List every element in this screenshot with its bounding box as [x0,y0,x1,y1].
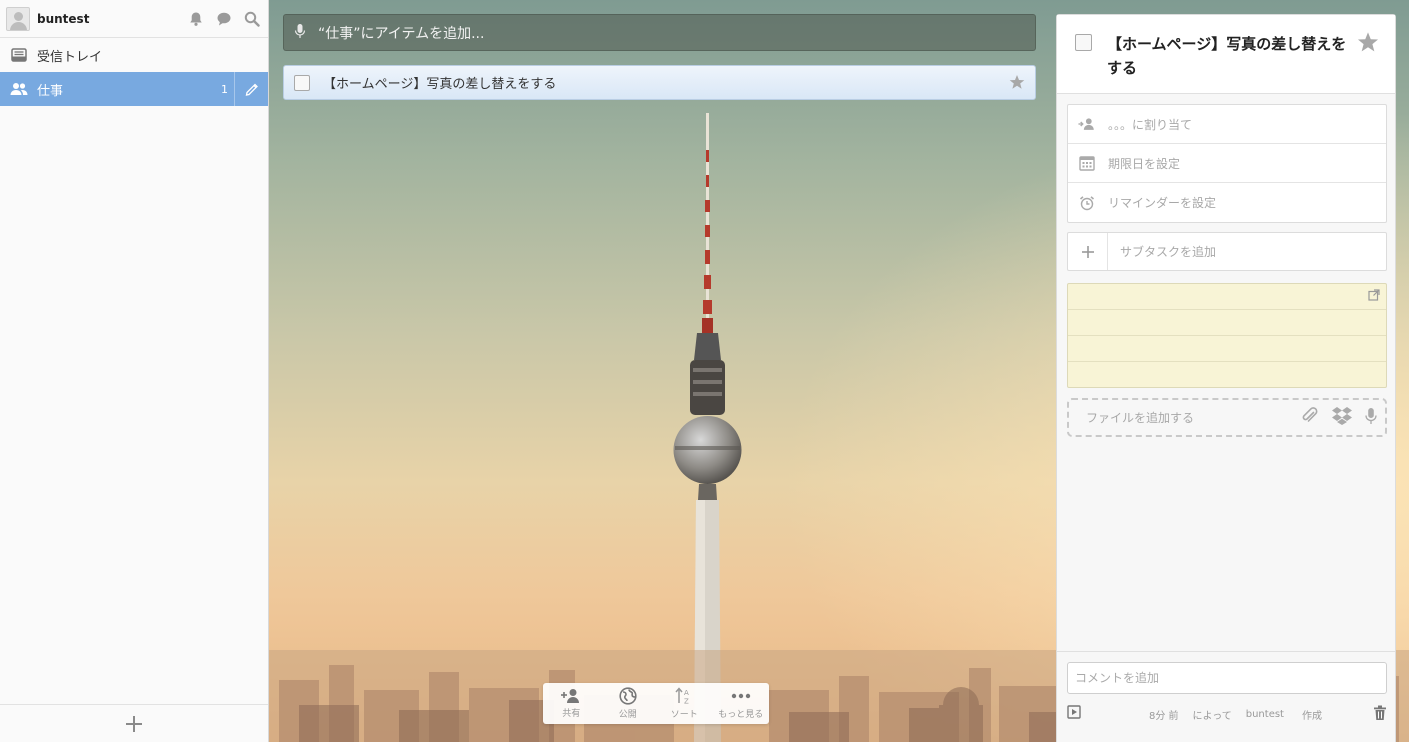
sidebar-item-label: 仕事 [37,83,64,99]
play-icon[interactable] [1067,705,1081,723]
task-meta: 8分 前 によって buntest 作成 [1067,704,1387,724]
sidebar-item-label: 受信トレイ [37,49,103,65]
subtask-placeholder: サブタスクを追加 [1120,245,1217,259]
publish-label: 公開 [618,710,637,720]
microphone-icon[interactable] [294,23,306,43]
share-label: 共有 [562,709,581,719]
share-button[interactable]: 共有 [545,688,597,719]
user-name[interactable]: buntest [37,12,188,26]
subtask-field[interactable]: サブタスクを追加 [1067,232,1387,271]
publish-button[interactable]: 公開 [602,687,654,720]
sidebar: buntest 受信トレイ 仕事 1 [0,0,269,742]
inbox-icon [10,46,28,64]
list-toolbar: 共有 公開 AZ ソート もっと見る [543,683,769,724]
detail-title[interactable]: 【ホームページ】写真の差し替えをする [1107,32,1352,80]
open-external-icon[interactable] [1368,289,1380,305]
comment-input[interactable] [1067,662,1387,694]
add-item-field[interactable]: “仕事”にアイテムを追加... [283,14,1036,51]
more-label: もっと見る [718,710,764,720]
calendar-icon [1078,155,1096,171]
sort-button[interactable]: AZ ソート [658,687,710,720]
item-count-badge: 1 [221,82,228,96]
created-ago: 8分 前 [1149,710,1179,722]
task-options: 。。。に割り当て 期限日を設定 リマインダーを設定 [1067,104,1387,223]
more-dots-icon [731,693,750,699]
detail-checkbox[interactable] [1075,34,1092,51]
add-item-placeholder: “仕事”にアイテムを追加... [318,25,485,42]
globe-icon [619,687,637,705]
add-person-icon [561,689,580,703]
sort-label: ソート [670,710,698,720]
plus-icon [1081,245,1094,258]
shared-list-icon [10,80,28,98]
add-file-label: ファイルを追加する [1086,411,1195,425]
star-icon[interactable] [1009,74,1025,94]
note-area[interactable] [1067,283,1387,388]
avatar[interactable] [6,6,30,31]
more-button[interactable]: もっと見る [715,687,767,720]
svg-text:A: A [684,689,689,697]
search-icon[interactable] [244,11,260,27]
edit-list-button[interactable] [234,72,268,106]
assign-row[interactable]: 。。。に割り当て [1068,105,1386,144]
detail-header: 【ホームページ】写真の差し替えをする [1057,15,1395,94]
creator-name: buntest [1245,708,1284,720]
file-source-icons [1301,406,1385,430]
header-icons [188,11,260,27]
speech-bubble-icon[interactable] [216,11,232,27]
task-checkbox[interactable] [294,74,310,91]
trash-icon[interactable] [1373,705,1387,725]
reminder-row[interactable]: リマインダーを設定 [1068,183,1386,222]
star-icon[interactable] [1357,31,1379,57]
alarm-clock-icon [1078,195,1096,211]
plus-icon [126,715,142,732]
reminder-label: リマインダーを設定 [1108,196,1217,210]
assign-label: 。。。に割り当て [1108,117,1193,132]
created-by-label: によって [1192,710,1232,722]
add-file-dropzone[interactable]: ファイルを追加する [1067,398,1387,437]
bell-icon[interactable] [188,11,204,27]
due-date-label: 期限日を設定 [1108,156,1181,171]
create-list-button[interactable] [0,704,268,742]
due-date-row[interactable]: 期限日を設定 [1068,144,1386,183]
user-bar: buntest [0,0,268,38]
comment-section: 8分 前 によって buntest 作成 [1057,651,1395,742]
microphone-icon[interactable] [1365,407,1377,429]
svg-text:Z: Z [684,698,689,706]
pencil-icon [245,83,258,96]
task-title[interactable]: 【ホームページ】写真の差し替えをする [323,73,556,92]
add-subtask-button[interactable] [1068,233,1108,270]
sort-icon: AZ [675,687,689,706]
dropbox-icon[interactable] [1331,406,1353,430]
task-detail-panel: 【ホームページ】写真の差し替えをする 。。。に割り当て 期限日を設定 リマインダ… [1056,14,1396,742]
paperclip-icon[interactable] [1301,406,1319,429]
assign-person-icon [1078,117,1096,131]
sidebar-item-work[interactable]: 仕事 1 [0,72,268,106]
task-row[interactable]: 【ホームページ】写真の差し替えをする [283,65,1036,100]
created-label: 作成 [1301,710,1322,722]
sidebar-item-inbox[interactable]: 受信トレイ [0,38,268,72]
